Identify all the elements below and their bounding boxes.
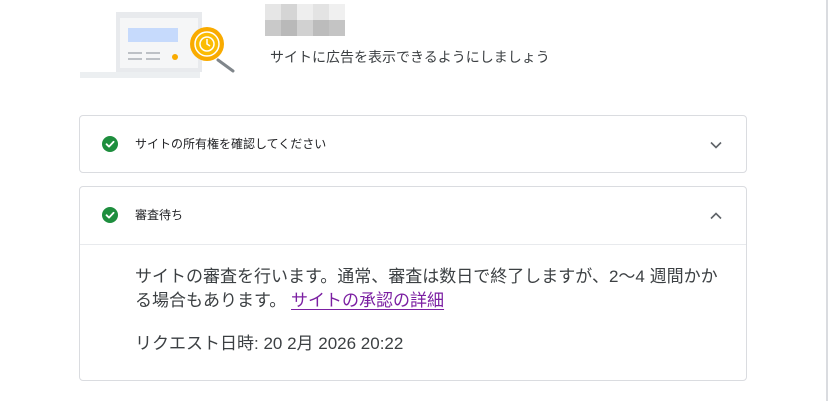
request-datetime: リクエスト日時: 20 2月 2026 20:22 <box>135 334 404 353</box>
check-circle-icon <box>102 136 118 152</box>
review-description: サイトの審査を行います。通常、審査は数日で終了しますが、2〜4 週間かかる場合も… <box>135 265 725 313</box>
approval-details-link[interactable]: サイトの承認の詳細 <box>291 291 444 310</box>
review-pending-body: サイトの審査を行います。通常、審査は数日で終了しますが、2〜4 週間かかる場合も… <box>135 265 725 354</box>
site-review-illustration <box>80 12 235 78</box>
review-pending-title: 審査待ち <box>135 208 184 222</box>
ownership-step-card: サイトの所有権を確認してください <box>79 115 747 173</box>
header-description: サイトに広告を表示できるようにしましょう <box>270 49 550 65</box>
ownership-step-title: サイトの所有権を確認してください <box>135 137 327 151</box>
site-name-redacted <box>265 4 351 38</box>
chevron-up-icon[interactable] <box>708 208 724 224</box>
review-pending-card: 審査待ち サイトの審査を行います。通常、審査は数日で終了しますが、2〜4 週間か… <box>79 186 747 381</box>
ownership-step-header[interactable]: サイトの所有権を確認してください <box>80 116 746 172</box>
check-circle-icon <box>102 207 118 223</box>
review-pending-header[interactable]: 審査待ち <box>80 187 746 245</box>
chevron-down-icon[interactable] <box>708 137 724 153</box>
